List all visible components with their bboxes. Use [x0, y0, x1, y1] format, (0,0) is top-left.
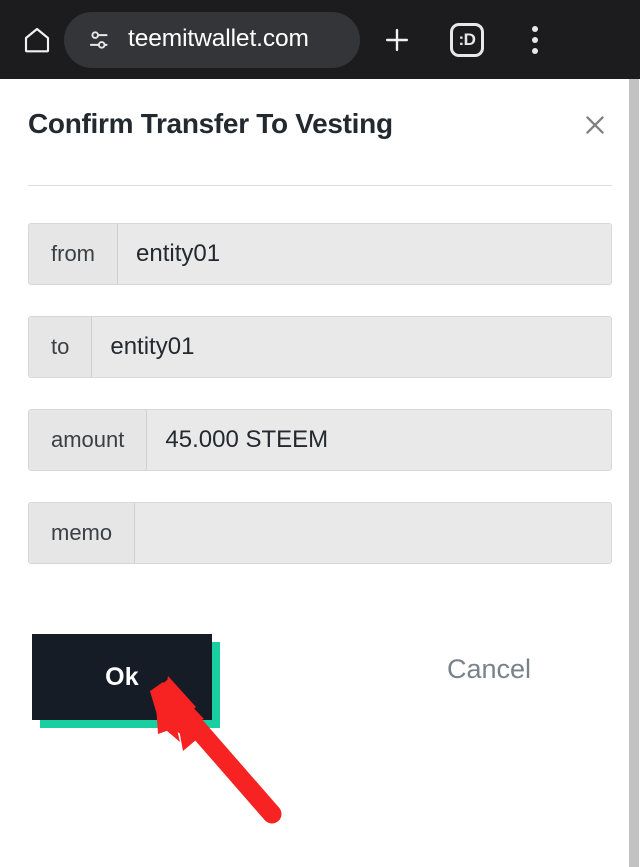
field-label-to: to: [29, 317, 93, 377]
page-info-tune-icon[interactable]: [84, 25, 114, 55]
page-content: Confirm Transfer To Vesting from entity0…: [0, 79, 640, 867]
ok-button[interactable]: Ok: [32, 634, 212, 720]
field-row-memo: memo: [28, 502, 612, 564]
field-row-to: to entity01: [28, 316, 612, 378]
field-label-from: from: [29, 224, 118, 284]
field-value-from: entity01: [118, 224, 611, 284]
field-label-memo: memo: [29, 503, 136, 563]
url-text: teemitwallet.com: [128, 27, 309, 52]
field-row-amount: amount 45.000 STEEM: [28, 409, 612, 471]
field-label-amount: amount: [29, 410, 148, 470]
home-icon[interactable]: [14, 17, 60, 63]
mobile-browser-screen: teemitwallet.com :D Confirm Transfer To …: [0, 0, 640, 867]
tab-count-button[interactable]: :D: [444, 17, 490, 63]
field-value-to: entity01: [92, 317, 611, 377]
page-title: Confirm Transfer To Vesting: [28, 108, 393, 139]
field-value-amount: 45.000 STEEM: [147, 410, 611, 470]
menu-dots: [532, 25, 538, 54]
browser-toolbar: teemitwallet.com :D: [0, 0, 640, 79]
field-value-memo: [135, 503, 611, 563]
cancel-button[interactable]: Cancel: [447, 656, 531, 683]
header-divider: [28, 185, 612, 186]
dialog-actions: Ok Cancel: [0, 634, 640, 744]
tab-count-label: :D: [450, 22, 484, 57]
dialog-header: Confirm Transfer To Vesting: [28, 106, 612, 162]
transfer-details-form: from entity01 to entity01 amount 45.000 …: [28, 223, 612, 595]
field-row-from: from entity01: [28, 223, 612, 285]
plus-icon[interactable]: [374, 17, 420, 63]
more-vertical-icon[interactable]: [512, 17, 558, 63]
page-scrollbar[interactable]: [628, 79, 640, 867]
scrollbar-thumb[interactable]: [629, 79, 639, 867]
close-icon[interactable]: [578, 108, 612, 142]
ok-button-wrapper: Ok: [32, 634, 220, 728]
url-bar[interactable]: teemitwallet.com: [64, 11, 360, 68]
